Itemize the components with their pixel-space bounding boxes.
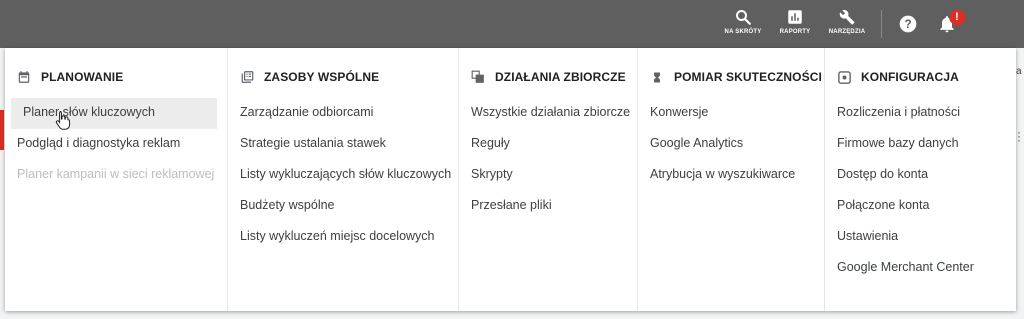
tools-button[interactable]: NARZĘDZIA: [824, 8, 870, 35]
toolbar-divider: [881, 10, 882, 38]
help-button[interactable]: ?: [898, 14, 918, 39]
page-text-fragment: a: [1016, 66, 1022, 77]
menu-item-ad-preview[interactable]: Podgląd i diagnostyka reklam: [5, 129, 227, 160]
menu-item-search-attribution[interactable]: Atrybucja w wyszukiwarce: [638, 160, 824, 191]
menu-column-shared-library: ZASOBY WSPÓLNE Zarządzanie odbiorcami St…: [227, 48, 458, 311]
menu-item-uploads[interactable]: Przesłane pliki: [459, 191, 637, 222]
menu-column-measurement: POMIAR SKUTECZNOŚCI Konwersje Google Ana…: [637, 48, 824, 311]
more-options-icon[interactable]: · · ·: [1017, 126, 1021, 146]
column-title: PLANOWANIE: [41, 70, 124, 84]
column-title: POMIAR SKUTECZNOŚCI: [674, 70, 822, 84]
bulk-actions-icon: [469, 68, 487, 86]
column-header: ZASOBY WSPÓLNE: [238, 68, 379, 86]
settings-icon: [835, 68, 853, 86]
menu-item-negative-keyword-lists[interactable]: Listy wykluczających słów kluczowych: [228, 160, 458, 191]
help-icon: ?: [899, 15, 917, 33]
search-shortcuts-button[interactable]: NA SKRÓTY: [722, 8, 764, 35]
menu-column-bulk-actions: DZIAŁANIA ZBIORCZE Wszystkie działania z…: [458, 48, 637, 311]
search-icon: [736, 10, 751, 25]
menu-item-keyword-planner[interactable]: Planer słów kluczowych: [11, 98, 217, 129]
menu-item-placement-exclusion-lists[interactable]: Listy wykluczeń miejsc docelowych: [228, 222, 458, 253]
menu-item-display-planner: Planer kampanii w sieci reklamowej: [17, 167, 215, 181]
menu-item-all-bulk-actions[interactable]: Wszystkie działania zbiorcze: [459, 98, 637, 129]
column-title: ZASOBY WSPÓLNE: [264, 70, 380, 84]
calendar-icon: [15, 68, 33, 86]
menu-column-setup: KONFIGURACJA Rozliczenia i płatności Fir…: [824, 48, 1016, 311]
reports-icon: [788, 10, 802, 24]
wrench-icon: [839, 9, 855, 25]
notification-badge: !: [949, 9, 965, 25]
menu-item-settings[interactable]: Ustawienia: [825, 222, 1016, 253]
menu-item-billing[interactable]: Rozliczenia i płatności: [825, 98, 1016, 129]
menu-column-planning: PLANOWANIE Planer słów kluczowych Podglą…: [5, 48, 227, 311]
top-toolbar: NA SKRÓTY RAPORTY NARZĘDZIA ? !: [0, 0, 1024, 48]
menu-item-business-data[interactable]: Firmowe bazy danych: [825, 129, 1016, 160]
search-shortcuts-label: NA SKRÓTY: [724, 29, 762, 35]
library-icon: [238, 68, 256, 86]
menu-item-account-access[interactable]: Dostęp do konta: [825, 160, 1016, 191]
hourglass-icon: [648, 68, 666, 86]
menu-item-google-analytics[interactable]: Google Analytics: [638, 129, 824, 160]
menu-item-merchant-center[interactable]: Google Merchant Center: [825, 253, 1016, 284]
reports-button[interactable]: RAPORTY: [775, 8, 815, 35]
svg-text:?: ?: [904, 18, 911, 31]
menu-item-rules[interactable]: Reguły: [459, 129, 637, 160]
column-header: KONFIGURACJA: [835, 68, 959, 86]
menu-item-audience-manager[interactable]: Zarządzanie odbiorcami: [228, 98, 458, 129]
menu-item-bid-strategies[interactable]: Strategie ustalania stawek: [228, 129, 458, 160]
page-accent-bar: [0, 110, 4, 150]
tools-label: NARZĘDZIA: [828, 29, 866, 35]
tools-menu-panel: PLANOWANIE Planer słów kluczowych Podglą…: [5, 48, 1016, 311]
column-header: DZIAŁANIA ZBIORCZE: [469, 68, 626, 86]
column-title: DZIAŁANIA ZBIORCZE: [495, 70, 626, 84]
menu-item-shared-budgets[interactable]: Budżety wspólne: [228, 191, 458, 222]
column-title: KONFIGURACJA: [861, 70, 959, 84]
menu-item-scripts[interactable]: Skrypty: [459, 160, 637, 191]
reports-label: RAPORTY: [779, 29, 811, 35]
column-header: POMIAR SKUTECZNOŚCI: [648, 68, 822, 86]
menu-item-conversions[interactable]: Konwersje: [638, 98, 824, 129]
column-header: PLANOWANIE: [15, 68, 123, 86]
hand-cursor-icon: [55, 111, 71, 130]
menu-item-linked-accounts[interactable]: Połączone konta: [825, 191, 1016, 222]
